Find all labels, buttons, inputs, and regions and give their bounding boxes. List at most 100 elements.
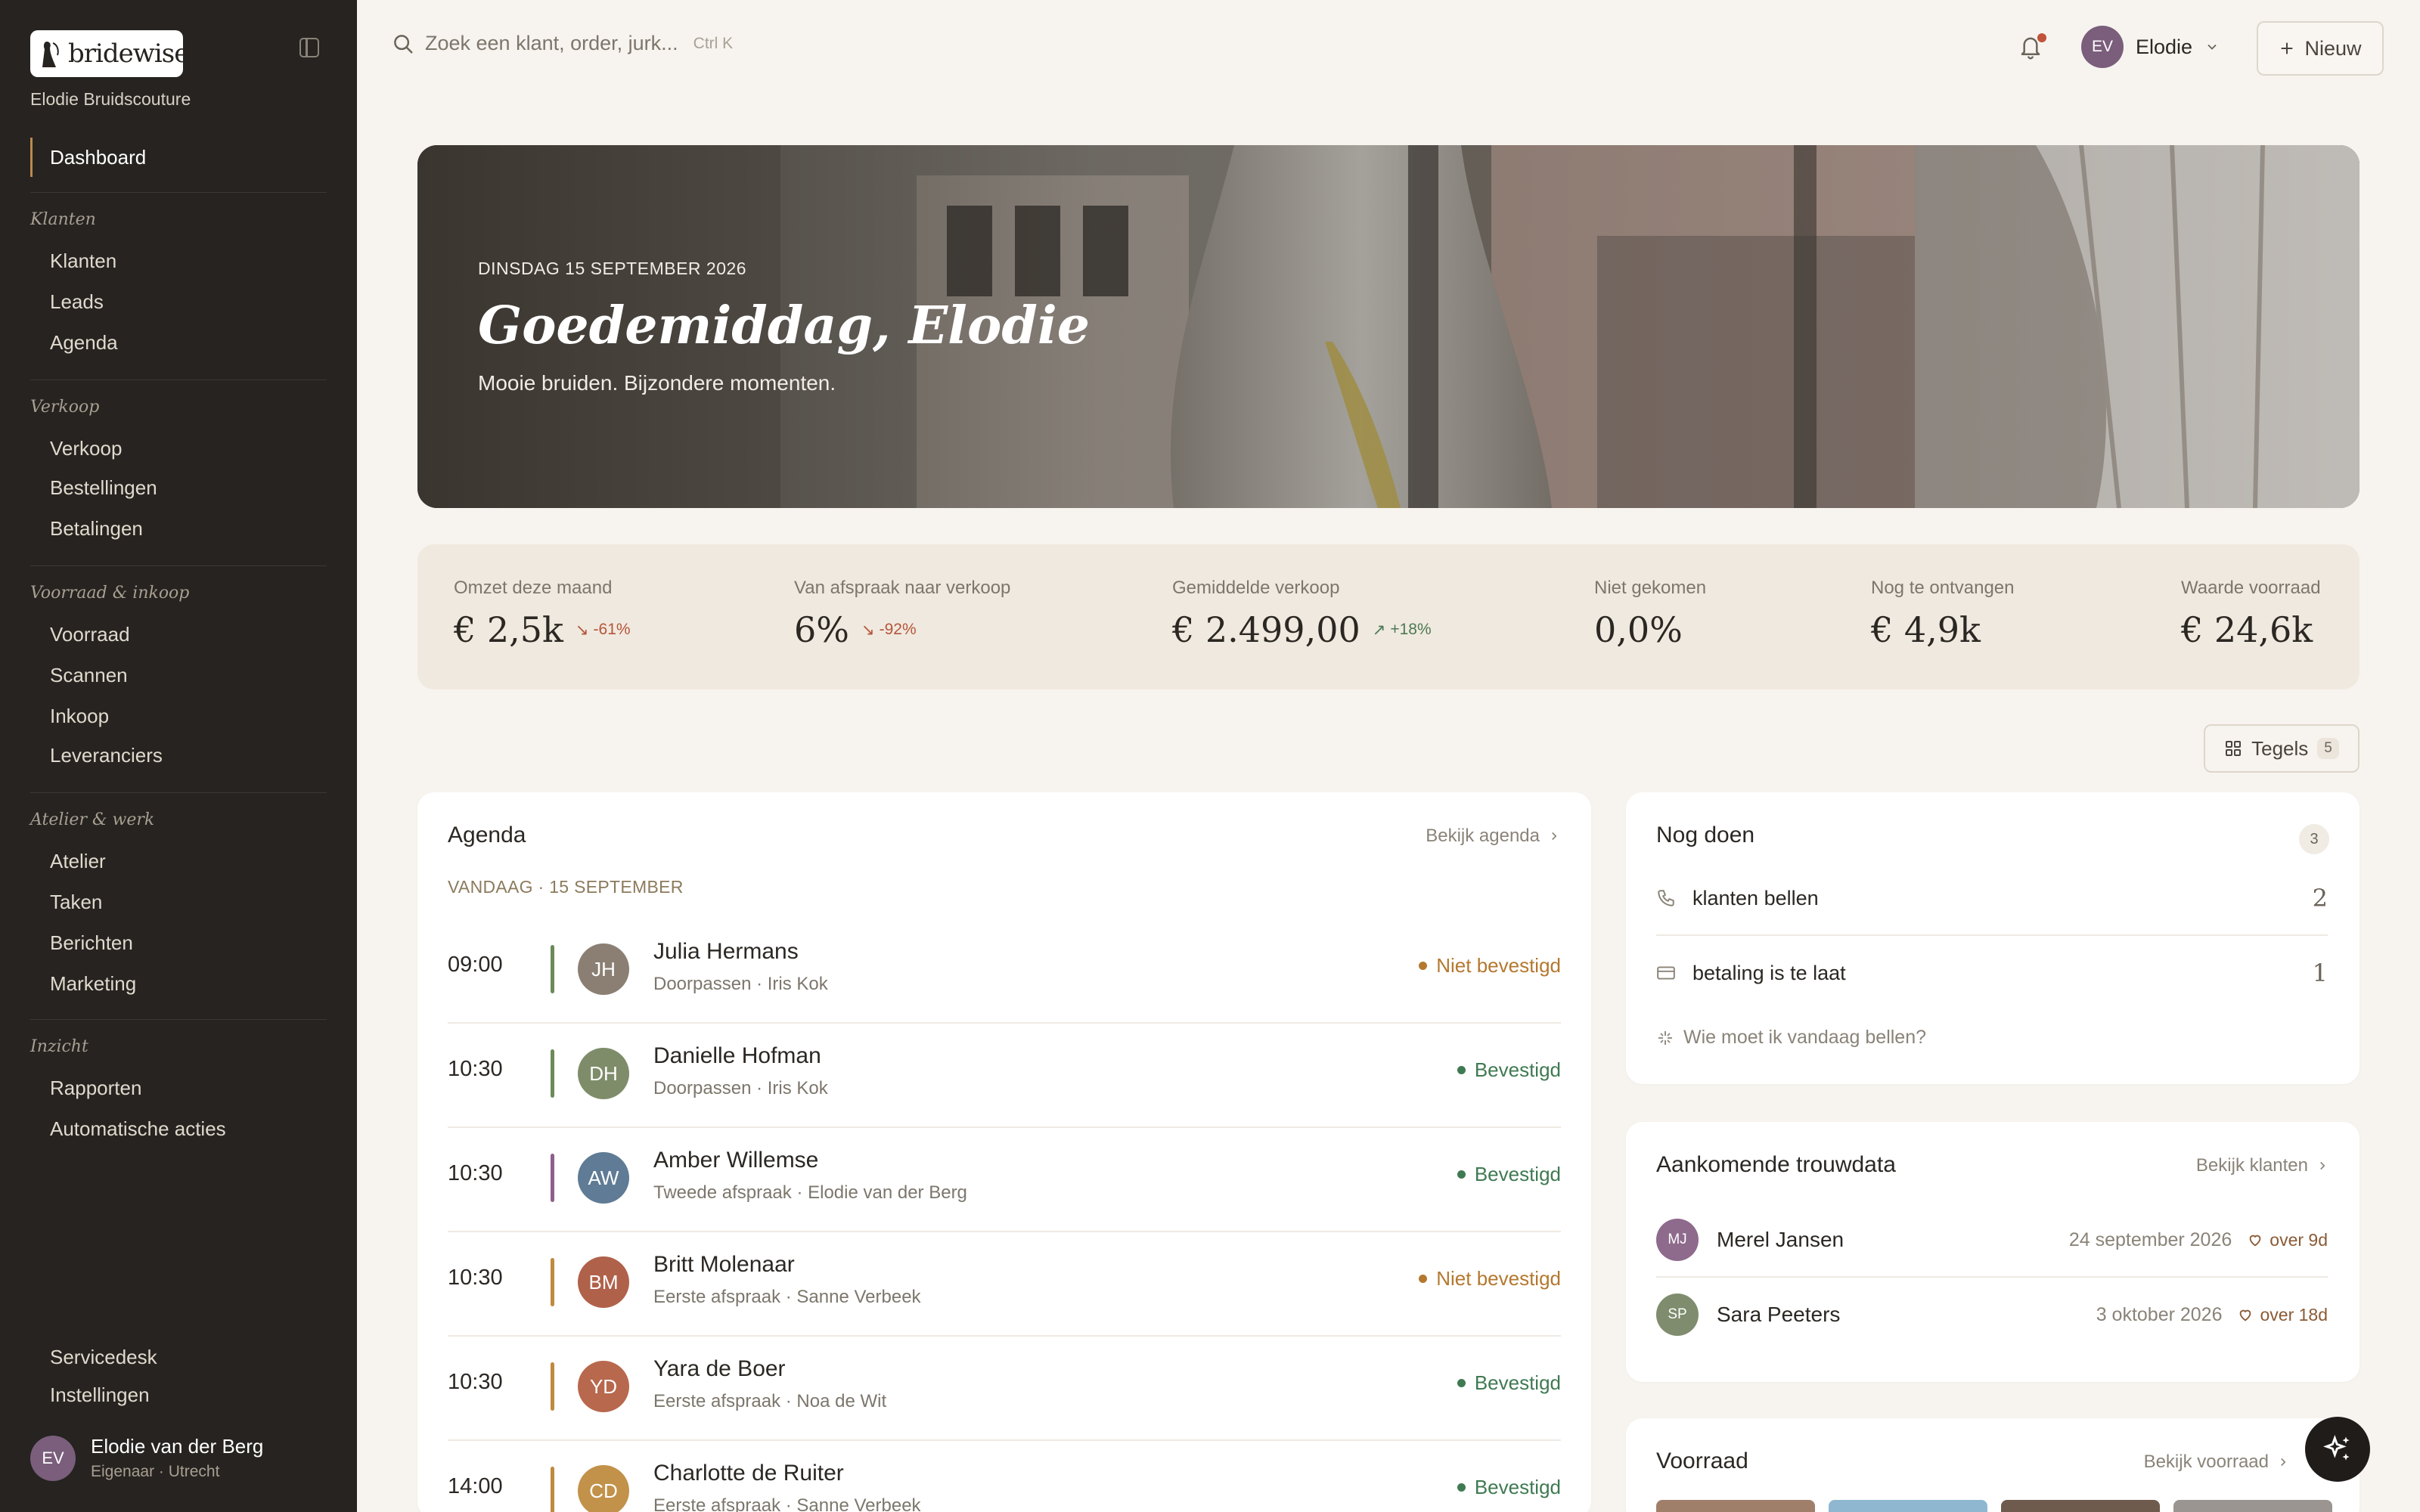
sidebar-item-betalingen[interactable]: Betalingen <box>50 517 143 541</box>
ai-suggestion[interactable]: Wie moet ik vandaag bellen? <box>1656 1027 1926 1049</box>
appointment-row[interactable]: 09:00 JH Julia Hermans Doorpassen · Iris Ko… <box>448 919 1561 1024</box>
appointment-row[interactable]: 10:30 YD Yara de Boer Eerste afspraak · Noa… <box>448 1337 1561 1441</box>
avatar: JH <box>578 943 629 995</box>
grid-icon <box>2226 741 2242 756</box>
inventory-thumbnail[interactable] <box>2001 1500 2160 1512</box>
inventory-thumbnail[interactable] <box>1656 1500 1815 1512</box>
avatar: MJ <box>1656 1219 1699 1261</box>
client-name: Yara de Boer <box>653 1356 786 1381</box>
kpi-value: € 2.499,00 <box>1172 609 1360 650</box>
status-badge: Bevestigd <box>1457 1163 1561 1186</box>
todo-count: 1 <box>2312 959 2328 987</box>
sidebar-item-agenda[interactable]: Agenda <box>50 331 118 355</box>
sidebar-item-leveranciers[interactable]: Leveranciers <box>50 744 163 767</box>
wedding-row[interactable]: MJ Merel Jansen 24 september 2026 over 9… <box>1656 1204 2328 1278</box>
appointment-time: 10:30 <box>448 1161 503 1185</box>
search-input[interactable]: Zoek een klant, order, jurk... Ctrl K <box>392 32 733 55</box>
sidebar-item-scannen[interactable]: Scannen <box>50 664 128 687</box>
sidebar-item-marketing[interactable]: Marketing <box>50 972 136 996</box>
sidebar-item-dashboard[interactable]: Dashboard <box>30 138 327 177</box>
client-name: Charlotte de Ruiter <box>653 1461 844 1486</box>
todo-label: klanten bellen <box>1692 886 1819 909</box>
sidebar-item-automatische-acties[interactable]: Automatische acties <box>50 1117 226 1141</box>
new-button[interactable]: Nieuw <box>2257 21 2384 76</box>
sidebar-item-instellingen[interactable]: Instellingen <box>50 1383 150 1407</box>
sidebar-item-inkoop[interactable]: Inkoop <box>50 705 109 728</box>
sparkle-icon <box>1658 1030 1672 1045</box>
kpi-conversie[interactable]: Van afspraak naar verkoop 6% ↘ -92% <box>794 578 1010 650</box>
avatar: AW <box>578 1152 629 1204</box>
ai-assistant-button[interactable] <box>2305 1417 2370 1482</box>
appointment-color-bar <box>551 1049 554 1098</box>
kpi-label: Van afspraak naar verkoop <box>794 578 1011 598</box>
view-inventory-link[interactable]: Bekijk voorraad <box>2144 1452 2290 1473</box>
todo-item[interactable]: betaling is te laat 1 <box>1656 936 2328 1010</box>
sidebar-item-verkoop[interactable]: Verkoop <box>50 437 122 460</box>
appointment-details: Tweede afspraak · Elodie van der Berg <box>653 1182 967 1203</box>
view-agenda-link[interactable]: Bekijk agenda <box>1426 826 1561 847</box>
brand-logo[interactable]: bridewise <box>30 30 189 77</box>
kpi-strip: Omzet deze maand € 2,5k ↘ -61% Van afspra… <box>417 544 2360 689</box>
status-dot <box>1419 962 1428 970</box>
status-dot <box>1457 1379 1466 1387</box>
agenda-day-label: VANDAAG · 15 SEPTEMBER <box>448 877 684 897</box>
kpi-nog-te-ontvangen[interactable]: Nog te ontvangen € 4,9k <box>1871 578 2014 650</box>
sidebar-item-bestellingen[interactable]: Bestellingen <box>50 476 157 500</box>
sidebar-item-voorraad[interactable]: Voorraad <box>50 623 130 646</box>
sidebar-item-leads[interactable]: Leads <box>50 290 104 314</box>
sidebar-item-atelier[interactable]: Atelier <box>50 850 106 873</box>
appointment-time: 09:00 <box>448 953 503 977</box>
chevron-right-icon <box>2320 1161 2325 1170</box>
user-name: Elodie van der Berg <box>91 1435 264 1458</box>
card-title: Aankomende trouwdata <box>1656 1152 1896 1177</box>
appointment-color-bar <box>551 1362 554 1411</box>
new-button-label: Nieuw <box>2304 36 2362 60</box>
link-label: Bekijk klanten <box>2195 1155 2308 1176</box>
client-name: Danielle Hofman <box>653 1043 821 1068</box>
wedding-date: 24 september 2026 <box>2068 1228 2232 1250</box>
wedding-row[interactable]: SP Sara Peeters 3 oktober 2026 over 18d <box>1656 1278 2328 1352</box>
todo-item[interactable]: klanten bellen 2 <box>1656 862 2328 936</box>
status-dot <box>1457 1066 1466 1074</box>
view-clients-link[interactable]: Bekijk klanten <box>2196 1155 2329 1176</box>
kpi-omzet[interactable]: Omzet deze maand € 2,5k ↘ -61% <box>454 578 631 650</box>
kpi-label: Nog te ontvangen <box>1871 578 2015 598</box>
heart-icon <box>2249 1235 2261 1247</box>
sparkles-icon <box>2323 1435 2350 1461</box>
appointment-details: Eerste afspraak · Sanne Verbeek <box>653 1495 921 1512</box>
inventory-thumbnail[interactable] <box>1829 1500 1987 1512</box>
tiles-label: Tegels <box>2251 736 2309 760</box>
kpi-gemiddelde-verkoop[interactable]: Gemiddelde verkoop € 2.499,00 ↗ +18% <box>1172 578 1432 650</box>
user-menu[interactable]: EV Elodie <box>2081 26 2220 68</box>
countdown-badge: over 18d <box>2237 1305 2328 1325</box>
kpi-niet-gekomen[interactable]: Niet gekomen 0,0% <box>1594 578 1706 650</box>
plus-icon <box>2282 42 2293 54</box>
nav-group-verkoop: Verkoop <box>30 398 100 417</box>
sidebar-item-servicedesk[interactable]: Servicedesk <box>50 1346 157 1369</box>
kpi-waarde-voorraad[interactable]: Waarde voorraad € 24,6k <box>2181 578 2321 650</box>
sidebar-item-rapporten[interactable]: Rapporten <box>50 1077 141 1100</box>
status-dot <box>1419 1275 1428 1283</box>
appointment-row[interactable]: 10:30 AW Amber Willemse Tweede afspraak · E… <box>448 1128 1561 1232</box>
avatar: BM <box>578 1256 629 1308</box>
sidebar-item-berichten[interactable]: Berichten <box>50 931 133 955</box>
inventory-thumbnail[interactable] <box>2173 1500 2332 1512</box>
appointment-row[interactable]: 10:30 BM Britt Molenaar Eerste afspraak · S… <box>448 1232 1561 1337</box>
divider <box>30 565 327 566</box>
tiles-button[interactable]: Tegels 5 <box>2204 724 2360 773</box>
sidebar-item-klanten[interactable]: Klanten <box>50 249 116 273</box>
appointment-row[interactable]: 10:30 DH Danielle Hofman Doorpassen · Iris … <box>448 1024 1561 1128</box>
status-badge: Bevestigd <box>1457 1476 1561 1499</box>
client-name: Merel Jansen <box>1717 1228 1844 1251</box>
todo-count-badge: 3 <box>2299 824 2329 854</box>
appointment-row[interactable]: 14:00 CD Charlotte de Ruiter Eerste afspraa… <box>448 1441 1561 1512</box>
avatar: SP <box>1656 1294 1699 1336</box>
store-name: Elodie Bruidscouture <box>30 89 191 109</box>
hero-banner: DINSDAG 15 SEPTEMBER 2026 Goedemiddag, E… <box>417 145 2360 508</box>
search-shortcut: Ctrl K <box>693 34 734 52</box>
sidebar-user[interactable]: EV Elodie van der Berg Eigenaar · Utrech… <box>30 1435 263 1481</box>
collapse-sidebar-icon[interactable] <box>299 38 319 57</box>
sidebar-item-taken[interactable]: Taken <box>50 891 102 914</box>
wedding-date: 3 oktober 2026 <box>2096 1303 2223 1325</box>
appointment-details: Doorpassen · Iris Kok <box>653 974 828 994</box>
